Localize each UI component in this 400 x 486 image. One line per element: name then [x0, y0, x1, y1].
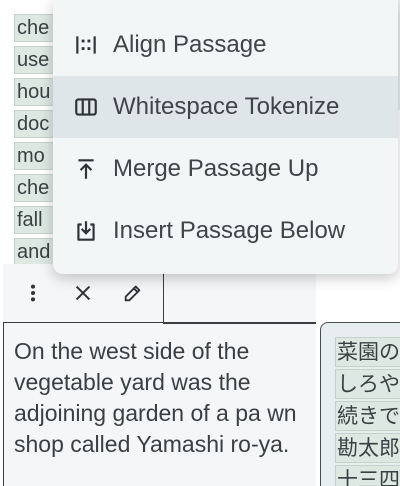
align-passage-icon — [73, 32, 99, 58]
japanese-token[interactable]: 続きで — [335, 401, 400, 431]
menu-item-label: Merge Passage Up — [113, 155, 319, 182]
card-border — [163, 322, 316, 324]
japanese-token[interactable]: しろや — [335, 369, 400, 399]
columns-icon — [73, 94, 99, 120]
menu-item-insert-passage-below[interactable]: Insert Passage Below — [53, 200, 398, 262]
passage-context-menu: Align Passage Whitespace Tokenize Merge … — [53, 0, 398, 274]
japanese-token[interactable]: 菜園の — [335, 337, 400, 367]
more-vertical-icon[interactable] — [20, 278, 46, 308]
close-icon[interactable] — [70, 278, 96, 308]
menu-item-label: Whitespace Tokenize — [113, 93, 340, 120]
merge-up-icon — [73, 156, 99, 182]
insert-below-icon — [73, 218, 99, 244]
japanese-token[interactable]: 勘太郎 — [335, 433, 400, 463]
menu-item-whitespace-tokenize[interactable]: Whitespace Tokenize — [53, 76, 398, 138]
japanese-passage-panel: 菜園の しろや 続きで 勘太郎 十三四 — [320, 322, 400, 486]
passage-text[interactable]: On the west side of the vegetable yard w… — [14, 336, 314, 460]
japanese-token[interactable]: 十三四 — [335, 465, 400, 486]
menu-item-label: Align Passage — [113, 31, 267, 58]
menu-item-label: Insert Passage Below — [113, 217, 346, 244]
menu-item-align-passage[interactable]: Align Passage — [53, 14, 398, 76]
edit-pencil-icon[interactable] — [120, 278, 146, 308]
menu-item-merge-passage-up[interactable]: Merge Passage Up — [53, 138, 398, 200]
